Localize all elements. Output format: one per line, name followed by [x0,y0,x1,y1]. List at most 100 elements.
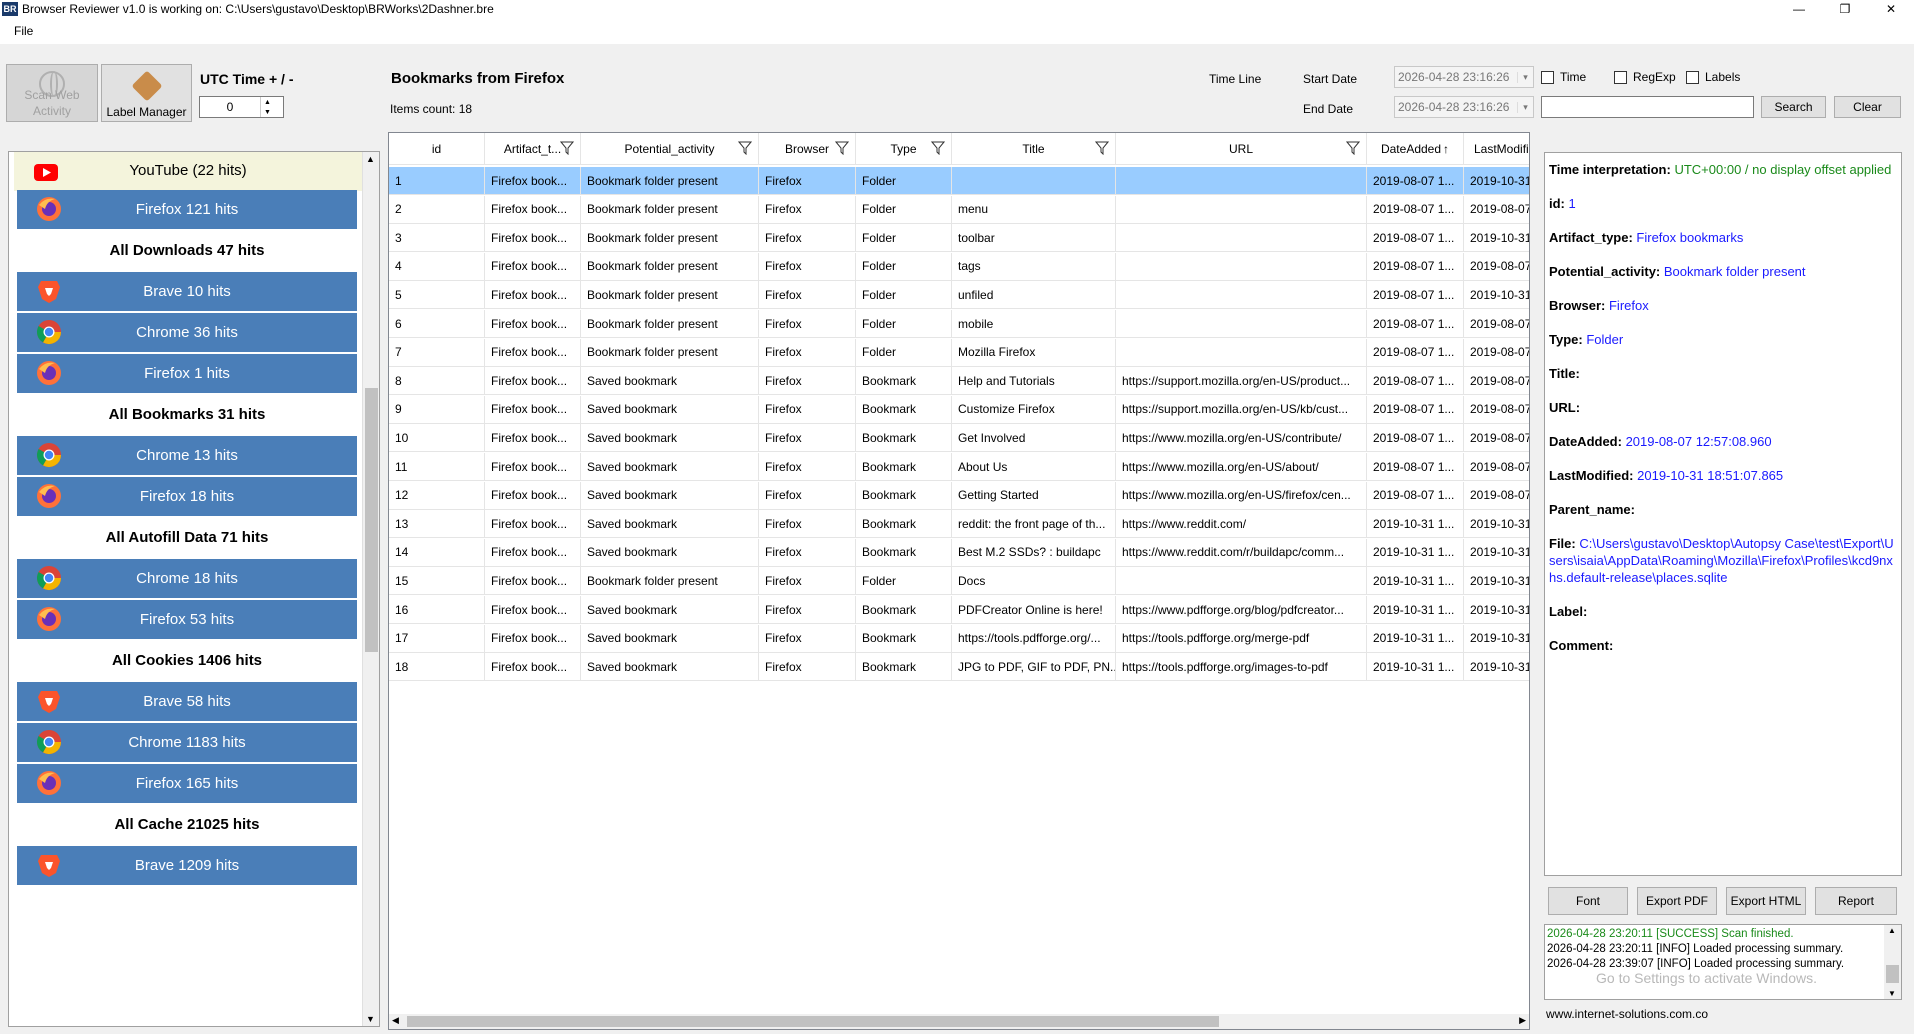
table-row[interactable]: 1 Firefox book... Bookmark folder present F… [389,167,1529,195]
table-row[interactable]: 10 Firefox book... Saved bookmark Firefox Bo… [389,424,1529,453]
report-button[interactable]: Report [1815,887,1897,915]
end-date-picker[interactable]: 2026-04-28 23:16:26 ▾ [1394,96,1534,118]
filter-icon[interactable] [737,141,753,156]
table-cell: https://www.mozilla.org/en-US/contribute… [1116,424,1367,453]
table-row[interactable]: 2 Firefox book... Bookmark folder present F… [389,195,1529,224]
table-row[interactable]: 16 Firefox book... Saved bookmark Firefox Bo… [389,596,1529,624]
close-button[interactable]: ✕ [1868,0,1914,18]
table-cell: 12 [389,481,485,510]
column-header[interactable]: Title [952,133,1116,165]
table-row[interactable]: 6 Firefox book... Bookmark folder present F… [389,310,1529,338]
column-header[interactable]: Browser [759,133,856,165]
log-output: 2026-04-28 23:20:11 [SUCCESS] Scan finis… [1544,924,1902,1000]
maximize-button[interactable]: ❐ [1822,0,1868,18]
filter-icon[interactable] [834,141,850,156]
category-item[interactable]: Brave 10 hits [17,272,357,311]
category-item[interactable]: All Cookies 1406 hits [17,641,357,680]
category-item[interactable]: Firefox 53 hits [17,600,357,639]
scroll-thumb[interactable] [1886,965,1899,983]
category-item[interactable]: All Downloads 47 hits [17,231,357,270]
category-item[interactable]: Firefox 18 hits [17,477,357,516]
scan-web-activity-button[interactable]: Scan Web Activity [6,64,98,122]
category-list: YouTube (22 hits) Firefox 121 hits All Dow… [8,151,380,1027]
detail-type: Folder [1586,332,1624,347]
filter-icon[interactable] [930,141,946,156]
table-cell [952,167,1116,195]
table-row[interactable]: 12 Firefox book... Saved bookmark Firefox Bo… [389,481,1529,510]
category-item[interactable]: All Bookmarks 31 hits [17,395,357,434]
category-item[interactable]: All Autofill Data 71 hits [17,518,357,557]
time-checkbox[interactable]: Time [1541,70,1586,84]
scroll-left-icon[interactable]: ◀ [392,1015,399,1026]
table-row[interactable]: 17 Firefox book... Saved bookmark Firefox Bo… [389,624,1529,653]
table-cell: Firefox [759,624,856,653]
left-scrollbar[interactable]: ▲ ▼ [362,152,379,1026]
table-row[interactable]: 15 Firefox book... Bookmark folder present… [389,567,1529,596]
scroll-thumb[interactable] [407,1016,1219,1027]
filter-icon[interactable] [1345,141,1361,156]
category-item[interactable]: Firefox 165 hits [17,764,357,803]
table-row[interactable]: 14 Firefox book... Saved bookmark Firefox Bo… [389,538,1529,567]
scroll-up-icon[interactable]: ▲ [366,154,375,164]
scroll-up-icon[interactable]: ▲ [1888,926,1896,935]
log-scrollbar[interactable]: ▲ ▼ [1884,925,1901,999]
scroll-down-icon[interactable]: ▼ [1888,989,1896,998]
spin-down-icon[interactable]: ▼ [264,109,271,116]
labels-checkbox[interactable]: Labels [1686,70,1740,84]
scroll-down-icon[interactable]: ▼ [366,1014,375,1024]
column-header[interactable]: URL [1116,133,1367,165]
table-cell: Firefox book... [485,453,581,481]
table-row[interactable]: 8 Firefox book... Saved bookmark Firefox Boo… [389,367,1529,396]
table-cell: Firefox book... [485,395,581,424]
category-item[interactable]: Chrome 1183 hits [17,723,357,762]
export-pdf-button[interactable]: Export PDF [1637,887,1717,915]
category-item[interactable]: Chrome 18 hits [17,559,357,598]
utc-offset-input[interactable] [200,97,260,117]
column-header[interactable]: Type [856,133,952,165]
column-header[interactable]: Artifact_t... [485,133,581,165]
scroll-thumb[interactable] [365,388,378,652]
table-cell: 2019-10-31 1... [1367,624,1464,653]
minimize-button[interactable]: — [1776,0,1822,18]
label-manager-button[interactable]: Label Manager [101,64,192,122]
spin-up-icon[interactable]: ▲ [264,99,271,106]
search-button[interactable]: Search [1761,96,1826,118]
table-row[interactable]: 5 Firefox book... Bookmark folder present F… [389,281,1529,310]
category-item[interactable]: Chrome 36 hits [17,313,357,352]
footer-link[interactable]: www.internet-solutions.com.co [1546,1007,1708,1021]
scroll-right-icon[interactable]: ▶ [1519,1015,1526,1026]
table-cell: 2019-08-07 [1464,396,1529,424]
filter-icon[interactable] [559,141,575,156]
table-row[interactable]: 11 Firefox book... Saved bookmark Firefox Bo… [389,453,1529,481]
table-row[interactable]: 7 Firefox book... Bookmark folder present F… [389,338,1529,367]
filter-icon[interactable] [1094,141,1110,156]
table-cell: Saved bookmark [581,367,759,396]
table-horizontal-scrollbar[interactable]: ◀ ▶ [389,1014,1529,1029]
regexp-checkbox[interactable]: RegExp [1614,70,1676,84]
export-html-button[interactable]: Export HTML [1726,887,1806,915]
column-header[interactable]: Potential_activity [581,133,759,165]
column-header[interactable]: id [389,133,485,165]
start-date-picker[interactable]: 2026-04-28 23:16:26 ▾ [1394,66,1534,88]
category-item[interactable]: Firefox 121 hits [17,190,357,229]
table-row[interactable]: 9 Firefox book... Saved bookmark Firefox Boo… [389,395,1529,424]
table-row[interactable]: 3 Firefox book... Bookmark folder present F… [389,224,1529,253]
category-item[interactable]: All Cache 21025 hits [17,805,357,844]
table-cell: Customize Firefox [952,395,1116,424]
category-item[interactable]: YouTube (22 hits) [14,152,362,191]
column-header[interactable]: DateAdded ↑ [1367,133,1464,165]
column-header[interactable]: LastModifi [1464,133,1529,165]
font-button[interactable]: Font [1548,887,1628,915]
category-item[interactable]: Firefox 1 hits [17,354,357,393]
table-row[interactable]: 13 Firefox book... Saved bookmark Firefox Bo… [389,510,1529,539]
menu-file[interactable]: File [14,24,33,38]
table-cell: Firefox [759,167,856,195]
category-item[interactable]: Chrome 13 hits [17,436,357,475]
utc-offset-stepper[interactable]: ▲▼ [199,96,284,118]
clear-button[interactable]: Clear [1834,96,1901,118]
search-input[interactable] [1541,96,1754,118]
table-row[interactable]: 4 Firefox book... Bookmark folder present F… [389,252,1529,281]
category-item[interactable]: Brave 1209 hits [17,846,357,885]
category-item[interactable]: Brave 58 hits [17,682,357,721]
table-row[interactable]: 18 Firefox book... Saved bookmark Firefox Bo… [389,653,1529,682]
